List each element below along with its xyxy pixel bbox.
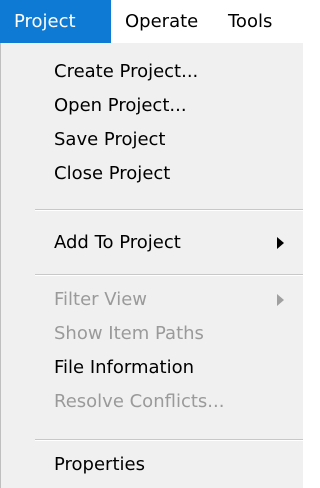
menu-item-add-to-project[interactable]: Add To Project [1,226,303,260]
menu-item-label: Save Project [54,129,166,150]
menu-item-label: Add To Project [54,232,181,253]
menu-item-close-project[interactable]: Close Project [1,157,303,191]
menu-item-open-project[interactable]: Open Project... [1,89,303,123]
menu-item-resolve-conflicts[interactable]: Resolve Conflicts... [1,385,303,419]
menu-item-label: Properties [54,454,145,475]
menu-item-label: Resolve Conflicts... [54,391,225,412]
menu-item-properties[interactable]: Properties [1,448,303,482]
menu-item-label: Filter View [54,289,148,310]
menu-item-file-information[interactable]: File Information [1,351,303,385]
menubar-operate[interactable]: Operate [111,0,222,43]
menu-separator [35,209,303,211]
menu-item-create-project[interactable]: Create Project... [1,55,303,89]
menubar-project[interactable]: Project [0,0,111,43]
menu-bar: Project Operate Tools [0,0,303,43]
submenu-arrow-icon [277,294,284,306]
submenu-arrow-icon [277,237,284,249]
menu-item-show-item-paths[interactable]: Show Item Paths [1,317,303,351]
project-menu-dropdown: Create Project... Open Project... Save P… [0,43,303,488]
menu-separator [35,439,303,441]
menu-item-label: Show Item Paths [54,323,204,344]
menu-separator [35,274,303,276]
menu-item-label: Open Project... [54,95,187,116]
menubar-tools[interactable]: Tools [222,0,303,43]
menu-item-label: Create Project... [54,61,199,82]
menu-item-label: File Information [54,357,195,378]
menu-item-filter-view[interactable]: Filter View [1,283,303,317]
menu-item-label: Close Project [54,163,171,184]
menu-item-save-project[interactable]: Save Project [1,123,303,157]
